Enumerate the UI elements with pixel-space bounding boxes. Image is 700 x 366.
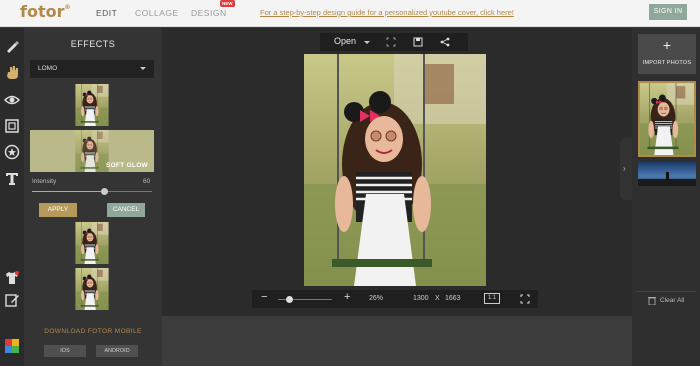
photo-thumbnail-selected[interactable] (638, 81, 696, 157)
canvas-footer (162, 316, 638, 366)
hand-icon[interactable] (4, 64, 20, 80)
effect-thumb[interactable] (30, 84, 154, 126)
canvas-top-toolbar: Open (320, 33, 468, 51)
zoom-out-button[interactable]: − (261, 291, 267, 303)
effects-title: EFFECTS (70, 39, 116, 49)
tool-rail (0, 28, 24, 366)
import-photos-button[interactable]: + IMPORT PHOTOS (638, 34, 696, 74)
image-height: 1663 (445, 295, 461, 302)
eye-icon[interactable] (4, 92, 20, 108)
intensity-label: Intensity (32, 178, 57, 185)
share-icon[interactable] (440, 37, 450, 47)
fit-screen-icon[interactable] (520, 294, 530, 304)
photo-thumbnail[interactable] (638, 162, 696, 186)
sign-in-button[interactable]: SIGN IN (649, 4, 687, 20)
brush-icon[interactable] (4, 38, 20, 54)
plus-icon: + (662, 37, 672, 53)
resize-icon[interactable] (386, 37, 396, 47)
apply-button[interactable]: APPLY (39, 203, 77, 217)
divider (636, 291, 696, 292)
effect-category-select[interactable]: LOMO (30, 60, 154, 78)
sticker-icon[interactable] (4, 144, 20, 160)
nav-edit[interactable]: EDIT (96, 8, 117, 18)
effect-thumb[interactable] (30, 268, 154, 310)
tshirt-icon[interactable] (4, 270, 20, 286)
text-icon[interactable] (4, 170, 20, 186)
chevron-right-icon: › (623, 164, 626, 173)
import-photos-label: IMPORT PHOTOS (642, 60, 692, 66)
image-width: 1300 (413, 295, 429, 302)
intensity-slider-fill (32, 191, 104, 192)
intensity-value: 60 (143, 178, 151, 185)
design-guide-link[interactable]: For a step-by-step design guide for a pe… (260, 8, 514, 17)
intensity-slider-handle[interactable] (100, 188, 108, 195)
palette-icon[interactable] (4, 338, 20, 354)
open-menu-button[interactable]: Open (334, 36, 356, 46)
canvas-bottom-toolbar: − + 26% 1300 X 1663 1:1 (252, 290, 538, 308)
android-download-button[interactable]: ANDROID (96, 345, 138, 357)
fotor-logo[interactable]: fotor® (20, 2, 70, 21)
effects-panel: EFFECTS LOMO SOFT GLOW Intensity 60 APPL… (24, 28, 162, 366)
edit-icon[interactable] (4, 292, 20, 308)
dimension-separator: X (435, 295, 440, 302)
chevron-down-icon[interactable] (364, 41, 370, 44)
chevron-down-icon (140, 67, 146, 70)
clear-all-button[interactable]: Clear All (660, 297, 684, 304)
download-mobile-title: DOWNLOAD FOTOR MOBILE (44, 328, 142, 335)
nav-design[interactable]: DESIGN (191, 8, 227, 18)
editor-canvas: Open − + 26% 1300 X 1663 1:1 (162, 28, 638, 316)
frame-icon[interactable] (4, 118, 20, 134)
zoom-in-button[interactable]: + (344, 291, 350, 303)
new-badge: NEW (220, 0, 235, 7)
photos-panel: + IMPORT PHOTOS Clear All (632, 28, 700, 366)
soft-glow-label: SOFT GLOW (105, 162, 148, 169)
ios-download-button[interactable]: IOS (44, 345, 86, 357)
save-icon[interactable] (413, 37, 423, 47)
effect-thumb-soft-glow[interactable]: SOFT GLOW (30, 130, 154, 172)
effect-thumb[interactable] (30, 222, 154, 264)
actual-size-button[interactable]: 1:1 (484, 293, 500, 304)
zoom-level: 26% (369, 295, 384, 302)
nav-collage[interactable]: COLLAGE (135, 8, 179, 18)
cancel-button[interactable]: CANCEL (107, 203, 145, 217)
trash-icon[interactable] (648, 296, 656, 305)
top-bar: fotor® EDIT COLLAGE DESIGN NEW For a ste… (0, 0, 700, 27)
collapse-panel-tab[interactable]: › (620, 138, 632, 200)
zoom-slider-handle[interactable] (286, 296, 293, 303)
main-photo[interactable] (304, 54, 486, 286)
